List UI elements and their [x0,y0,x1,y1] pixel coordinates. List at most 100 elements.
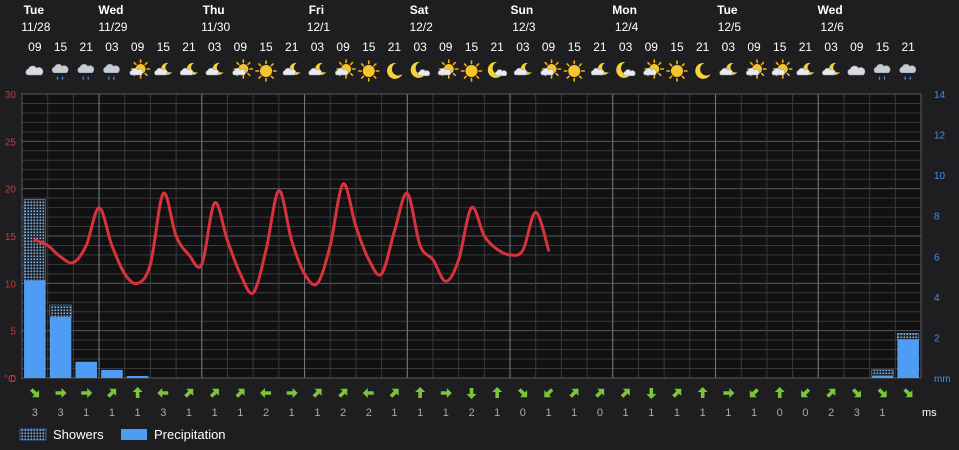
axis-tick-right: 6 [934,252,940,263]
axis-tick-right: 10 [934,171,946,182]
sun-ray [669,75,673,79]
cloudy-rain-icon [873,64,891,80]
moon-shape [387,62,403,79]
wind-speed-label: 0 [777,407,783,419]
axis-label-right: mm [934,374,951,385]
moon-cloud-icon [616,61,636,78]
wind-speed-label: 0 [802,407,808,419]
sun-ray [578,75,583,79]
hour-label: 15 [670,40,684,54]
day-date: 12/5 [718,20,742,34]
sun-ray [578,63,583,67]
cloud-shape [154,67,168,76]
wind-arrow [697,387,708,398]
day-date: 11/28 [21,20,50,34]
wind-arrow-shape [851,388,862,398]
sun-disc [670,65,683,77]
hour-label: 15 [157,40,171,54]
wind-arrow-shape [903,388,913,398]
wind-arrow-shape [774,387,785,398]
wind-arrow-shape [260,388,272,398]
partly-sunny-icon [746,59,767,79]
sun-ray [749,61,754,66]
hour-label: 15 [773,40,787,54]
wind-arrow [749,388,759,398]
hour-label: 21 [901,40,915,54]
cloud-shape [796,67,810,76]
rain-drop [56,76,59,80]
wind-arrow-shape [518,388,528,398]
cloud-shape [822,67,836,76]
day-name: Wed [818,3,843,17]
sun-disc [568,65,581,77]
sun-ray [349,72,354,77]
sun-ray [373,75,377,79]
hour-label: 15 [568,40,582,54]
precipitation-bar [49,317,72,378]
axis-tick-left: 30 [5,90,17,101]
wind-arrow [774,387,785,398]
sun-ray [775,61,779,66]
wind-arrow [903,388,913,398]
wind-speed-label: 1 [700,407,706,419]
cloud-shape [25,65,44,76]
sun-ray [476,75,480,79]
hour-label: 15 [259,40,273,54]
partly-sunny-icon [771,59,793,79]
sun-ray [247,72,251,77]
showers-bar [897,333,920,340]
wind-arrow-shape [646,388,657,399]
wind-arrow-shape [184,388,194,398]
sun-ray [338,61,343,66]
moon-icon [387,62,403,79]
sun-ray [760,61,765,66]
rain-drop [878,76,881,80]
sun-ray [647,61,651,66]
wind-arrow-shape [595,388,605,398]
day-date: 12/2 [409,20,433,34]
wind-arrow [132,387,143,398]
partly-sunny-icon [129,59,151,79]
wind-speed-label: 2 [340,407,346,419]
sun-ray [258,75,262,79]
wind-arrow [30,388,40,398]
wind-arrow [107,388,117,398]
day-date: 12/1 [307,20,331,34]
axis-tick-left: 20 [5,185,17,196]
wind-speed-label: 2 [468,407,474,419]
wind-speed-label: 2 [263,407,269,419]
axis-tick-left: 15 [5,232,17,243]
hour-label: 09 [747,40,761,54]
hour-label: 21 [182,40,196,54]
sun-ray [144,61,148,66]
wind-arrow [646,388,657,399]
sun-ray [555,61,559,66]
partly-cloudy-night-icon [179,62,198,76]
wind-arrow-shape [338,388,348,398]
sun-ray [463,63,467,67]
hour-label: 09 [850,40,864,54]
sun-ray [452,72,456,77]
hour-label: 03 [413,40,427,54]
wind-arrow [544,388,554,398]
wind-speed-label: 1 [674,407,680,419]
wind-speed-label: 1 [237,407,243,419]
hour-label: 21 [799,40,813,54]
wind-arrow [209,388,219,398]
day-date: 11/30 [201,20,230,34]
sun-ray [658,61,662,66]
partly-cloudy-night-icon [513,62,532,76]
sunny-icon [255,60,277,82]
partly-cloudy-night-icon [822,62,841,76]
wind-arrow-shape [362,388,374,398]
cloud-shape [417,69,431,77]
partly-sunny-icon [335,59,356,79]
sun-ray [236,61,240,66]
sun-ray [544,61,548,66]
axis-tick-left: 10 [5,279,17,290]
hour-label: 21 [388,40,402,54]
rain-drop [904,76,906,80]
precipitation-bar [101,369,123,378]
hour-label: 03 [619,40,633,54]
hour-label: 21 [80,40,94,54]
